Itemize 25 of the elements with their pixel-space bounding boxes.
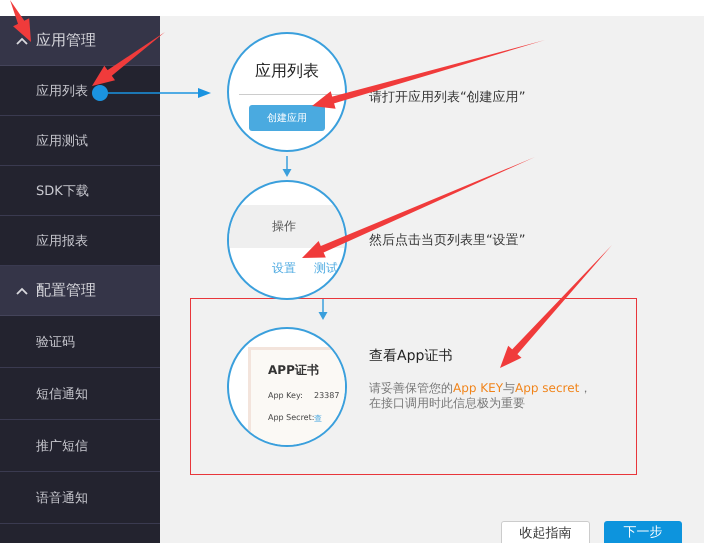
sidebar-item[interactable]: 语音通知	[0, 472, 160, 524]
sidebar-item[interactable]: 推广短信	[0, 420, 160, 472]
card-title: APP证书	[268, 362, 320, 379]
step-instruction: 然后点击当页列表里“设置”	[369, 232, 526, 249]
down-arrow	[318, 299, 328, 321]
group-title: 配置管理	[36, 281, 96, 300]
menu-group-header[interactable]: 配置管理	[0, 266, 160, 316]
sidebar-item[interactable]: 应用测试	[0, 116, 160, 166]
sidebar-item[interactable]: 验证码	[0, 316, 160, 368]
field-label: App Secret:	[268, 413, 314, 424]
down-arrow	[282, 156, 292, 178]
group-title: 应用管理	[36, 31, 96, 50]
field-value: 查	[314, 413, 322, 424]
step-instruction: 请打开应用列表“创建应用”	[369, 89, 526, 106]
field-label: App Key:	[268, 391, 304, 400]
pointer-arrow	[10, 0, 31, 42]
menu-group-header[interactable]: 应用管理	[0, 16, 160, 66]
circle-title: 应用列表	[254, 61, 320, 82]
step-description: 请妥善保管您的App KEY与App secret， 在接口调用时此信息极为重要	[369, 381, 592, 411]
sidebar-item[interactable]: 短信通知	[0, 368, 160, 420]
collapse-guide-button[interactable]: 收起指南	[501, 521, 590, 543]
sidebar-item[interactable]: SDK下载	[0, 166, 160, 216]
step-title: 查看App证书	[369, 347, 454, 365]
table-header: 操作	[229, 205, 345, 248]
field-value: 23387	[314, 391, 340, 400]
